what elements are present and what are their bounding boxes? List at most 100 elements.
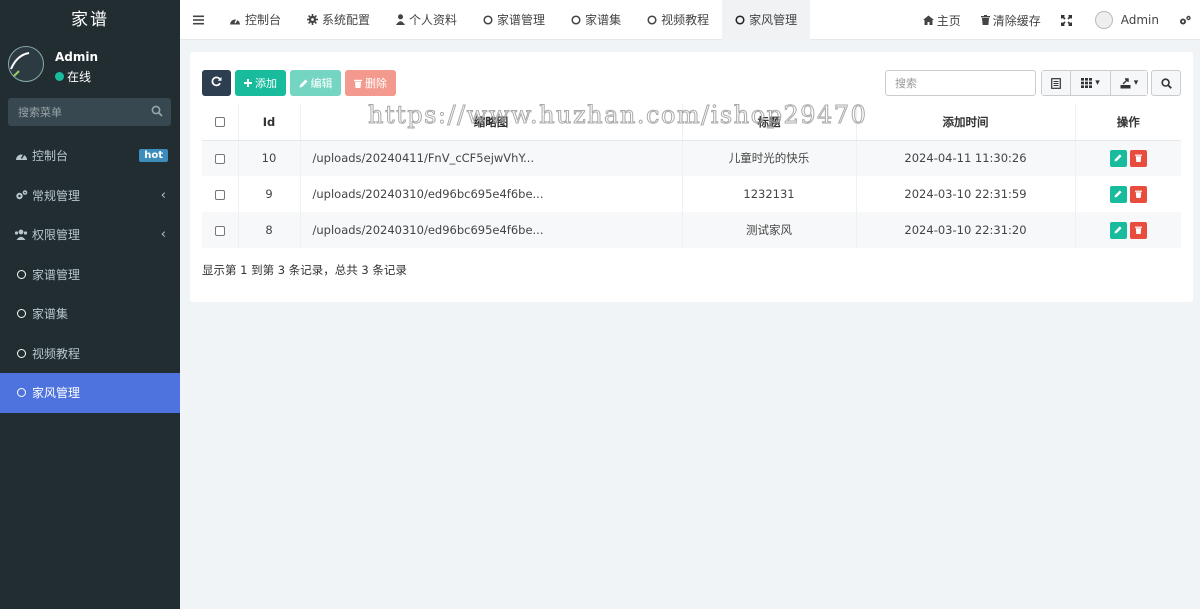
settings-button[interactable] [1169,15,1200,26]
tab-family-style[interactable]: 家风管理 [722,0,811,40]
pencil-icon [299,79,308,88]
sidebar-item-genealogy-set[interactable]: 家谱集 [0,294,180,334]
admin-menu[interactable]: Admin [1085,11,1169,29]
sidebar-item-label: 家谱集 [32,307,69,322]
refresh-icon [211,76,222,90]
clear-cache-label: 清除缓存 [992,13,1041,28]
circle-icon [571,14,581,25]
row-delete-button[interactable] [1129,149,1147,167]
user-status-label: 在线 [67,70,92,84]
row-delete-button[interactable] [1129,221,1147,239]
cell-id: 8 [238,212,301,248]
tab-profile[interactable]: 个人资料 [383,0,470,40]
sidebar-item-dashboard[interactable]: 控制台 hot [0,136,180,176]
tab-genealogy[interactable]: 家谱管理 [470,0,558,40]
tab-video-tutorial[interactable]: 视频教程 [634,0,722,40]
user-status: 在线 [55,68,91,85]
sidebar-item-label: 权限管理 [32,228,81,243]
menu-icon [192,15,204,24]
tool-group: ▾ ▾ [1041,70,1148,96]
refresh-button[interactable] [202,70,231,96]
search-icon [1160,77,1172,89]
export-button[interactable]: ▾ [1111,71,1147,95]
tab-label: 家谱管理 [497,13,546,27]
trash-icon [1134,190,1142,198]
table-row[interactable]: 10 /uploads/20240411/FnV_cCF5ejwVhY... 儿… [202,140,1181,176]
table-search-input[interactable] [885,70,1036,96]
sidebar-menu: 控制台 hot 常规管理 ‹ 权限管理 ‹ 家谱管理 家谱集 视频教程 家风管理 [0,136,180,413]
add-button[interactable]: 添加 [235,70,286,96]
row-checkbox[interactable] [214,189,225,200]
advanced-search-button[interactable] [1151,70,1181,96]
pencil-icon [1114,226,1122,234]
trash-icon [354,79,362,88]
table-row[interactable]: 8 /uploads/20240310/ed96bc695e4f6be... 测… [202,212,1181,248]
select-all-checkbox[interactable] [214,117,225,128]
column-header-title[interactable]: 标题 [682,104,857,141]
toggle-view-button[interactable] [1042,71,1071,95]
sidebar-item-label: 家谱管理 [32,267,81,282]
column-header-image[interactable]: 缩略图 [300,104,683,141]
export-icon [1120,77,1131,88]
sidebar-search [8,98,171,126]
tab-system-config[interactable]: 系统配置 [294,0,383,40]
trash-icon [1134,226,1142,234]
home-label: 主页 [936,13,961,28]
admin-label: Admin [1120,13,1159,27]
tab-dashboard[interactable]: 控制台 [216,0,294,40]
column-header-id[interactable]: Id [238,104,301,141]
content-panel: 添加 编辑 删除 ▾ ▾ [190,52,1193,302]
toolbar: 添加 编辑 删除 [202,70,396,96]
tab-label: 控制台 [245,13,282,27]
clear-cache-button[interactable]: 清除缓存 [971,12,1051,29]
dashboard-icon [14,150,28,161]
plus-icon [244,79,252,87]
column-header-ops: 操作 [1075,104,1181,141]
sidebar: 家谱 Admin 在线 控制台 hot 常规管理 ‹ [0,0,180,609]
row-delete-button[interactable] [1129,185,1147,203]
pencil-icon [1114,190,1122,198]
column-header-time[interactable]: 添加时间 [856,104,1076,141]
table-row[interactable]: 9 /uploads/20240310/ed96bc695e4f6be... 1… [202,176,1181,212]
row-checkbox[interactable] [214,225,225,236]
table-tools: ▾ ▾ [885,70,1181,96]
row-edit-button[interactable] [1109,149,1127,167]
row-checkbox[interactable] [214,153,225,164]
row-checkbox-cell [202,212,239,248]
user-icon [396,14,406,25]
cell-ops [1075,140,1181,176]
search-icon[interactable] [151,105,163,120]
sidebar-toggle-button[interactable] [180,0,216,40]
circle-icon [735,14,745,25]
sidebar-item-permissions[interactable]: 权限管理 ‹ [0,215,180,255]
app-title[interactable]: 家谱 [0,0,180,40]
tab-genealogy-set[interactable]: 家谱集 [558,0,634,40]
hot-badge: hot [139,149,168,163]
home-icon [922,15,934,25]
caret-down-icon: ▾ [1133,78,1139,88]
online-dot-icon [55,72,64,81]
edit-button[interactable]: 编辑 [290,70,341,96]
cell-time: 2024-04-11 11:30:26 [856,140,1076,176]
sidebar-item-family-style[interactable]: 家风管理 [0,373,180,413]
row-edit-button[interactable] [1109,221,1127,239]
users-icon [14,229,28,241]
pencil-icon [1114,154,1122,162]
sidebar-item-genealogy[interactable]: 家谱管理 [0,255,180,295]
gear-icon [307,14,319,25]
tab-label: 系统配置 [322,13,371,27]
columns-button[interactable]: ▾ [1071,71,1111,95]
sidebar-item-general[interactable]: 常规管理 ‹ [0,176,180,216]
sidebar-search-input[interactable] [8,98,138,126]
sidebar-item-video-tutorial[interactable]: 视频教程 [0,334,180,374]
delete-button[interactable]: 删除 [345,70,396,96]
chevron-left-icon: ‹ [160,187,166,203]
row-checkbox-cell [202,176,239,212]
fullscreen-button[interactable] [1051,14,1085,26]
row-edit-button[interactable] [1109,185,1127,203]
home-link[interactable]: 主页 [913,12,971,29]
cell-title: 1232131 [682,176,857,212]
circle-icon [14,348,28,358]
edit-label: 编辑 [310,77,333,90]
circle-icon [647,14,657,25]
